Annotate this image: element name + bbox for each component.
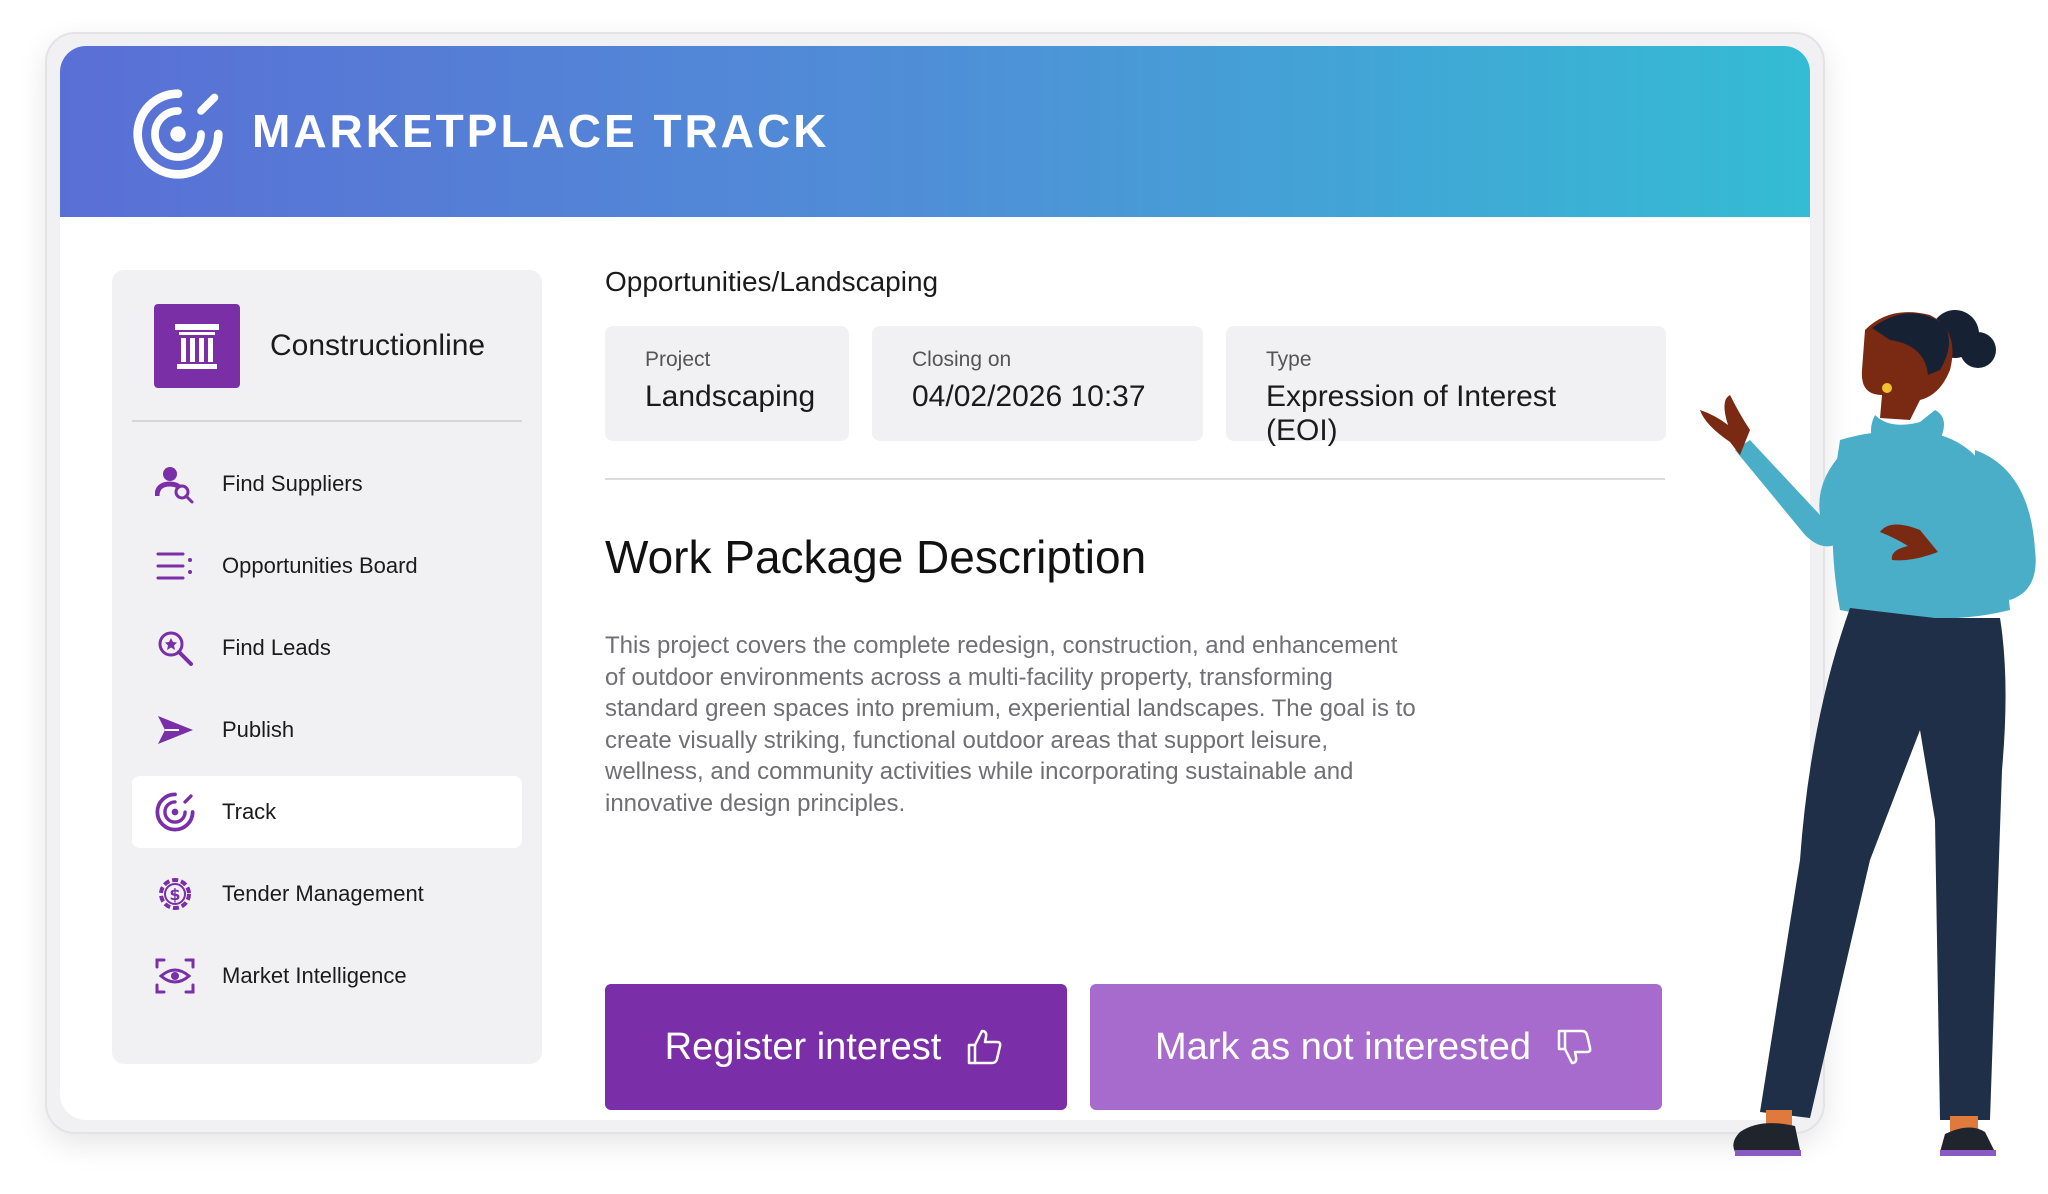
not-interested-button[interactable]: Mark as not interested — [1090, 984, 1662, 1110]
user-search-icon — [154, 463, 196, 505]
search-star-icon — [154, 627, 196, 669]
svg-text:$: $ — [169, 885, 180, 904]
sidebar-divider — [132, 420, 522, 422]
presenter-illustration — [1700, 310, 2036, 1156]
description: This project covers the complete redesig… — [605, 630, 1465, 819]
info-value: Expression of Interest (EOI) — [1266, 380, 1557, 447]
description-line: This project covers the complete redesig… — [605, 632, 1398, 659]
sidebar-item-publish[interactable]: Publish — [132, 694, 522, 766]
main-content: Opportunities/Landscaping Project Landsc… — [605, 266, 1666, 1110]
not-interested-label: Mark as not interested — [1155, 1025, 1531, 1068]
description-line: of outdoor environments across a multi-f… — [605, 663, 1333, 691]
project-card: Project Landscaping — [605, 326, 849, 441]
sidebar-item-find-suppliers[interactable]: Find Suppliers — [132, 448, 522, 520]
sidebar-item-find-leads[interactable]: Find Leads — [132, 612, 522, 684]
description-line: innovative design principles. — [605, 789, 906, 817]
closing-date-card: Closing on 04/02/2026 10:37 — [872, 326, 1203, 441]
register-interest-button[interactable]: Register interest — [605, 984, 1067, 1110]
app-header: MARKETPLACE TRACK — [60, 46, 1810, 217]
info-value: 04/02/2026 10:37 — [912, 380, 1146, 413]
app-title: MARKETPLACE TRACK — [252, 105, 830, 157]
info-label: Type — [1266, 348, 1312, 371]
sidebar-item-label: Opportunities Board — [222, 553, 418, 578]
list-icon — [154, 545, 196, 587]
description-line: wellness, and community activities while… — [605, 758, 1354, 785]
content-divider — [605, 478, 1665, 480]
organization-name: Constructionline — [270, 329, 486, 362]
breadcrumb[interactable]: Opportunities/Landscaping — [605, 266, 1665, 298]
description-line: standard green spaces into premium, expe… — [605, 695, 1416, 722]
track-target-icon — [133, 89, 223, 179]
track-target-icon — [154, 791, 196, 833]
sidebar: Constructionline Find Suppliers Opportun… — [112, 270, 542, 1064]
register-interest-label: Register interest — [664, 1025, 942, 1068]
info-label: Closing on — [912, 348, 1012, 371]
info-label: Project — [645, 348, 711, 371]
section-title: Work Package Description — [605, 531, 1147, 583]
sidebar-item-market-intelligence[interactable]: Market Intelligence — [132, 940, 522, 1012]
organization-header[interactable]: Constructionline — [154, 304, 485, 388]
thumbs-up-icon — [968, 1029, 1002, 1065]
app-window: MARKETPLACE TRACK Constructionline Find … — [60, 46, 1810, 1120]
building-columns-icon — [154, 304, 240, 388]
description-line: create visually striking, functional out… — [605, 726, 1329, 754]
sidebar-item-label: Publish — [222, 717, 295, 742]
sidebar-item-tender-management[interactable]: $ Tender Management — [132, 858, 522, 930]
sidebar-item-track[interactable]: Track — [132, 776, 522, 848]
info-value: Landscaping — [645, 380, 816, 413]
sidebar-item-label: Market Intelligence — [222, 963, 407, 988]
dollar-gear-icon: $ — [154, 873, 196, 915]
send-icon — [154, 709, 196, 751]
sidebar-item-opportunities-board[interactable]: Opportunities Board — [132, 530, 522, 602]
sidebar-nav: Find Suppliers Opportunities Board Find … — [132, 448, 522, 1022]
sidebar-item-label: Track — [222, 799, 277, 824]
sidebar-item-label: Find Leads — [222, 635, 331, 660]
eye-scan-icon — [154, 955, 196, 997]
info-cards: Project Landscaping Closing on 04/02/202… — [605, 326, 1689, 447]
sidebar-item-label: Find Suppliers — [222, 471, 363, 496]
sidebar-item-label: Tender Management — [222, 881, 424, 906]
